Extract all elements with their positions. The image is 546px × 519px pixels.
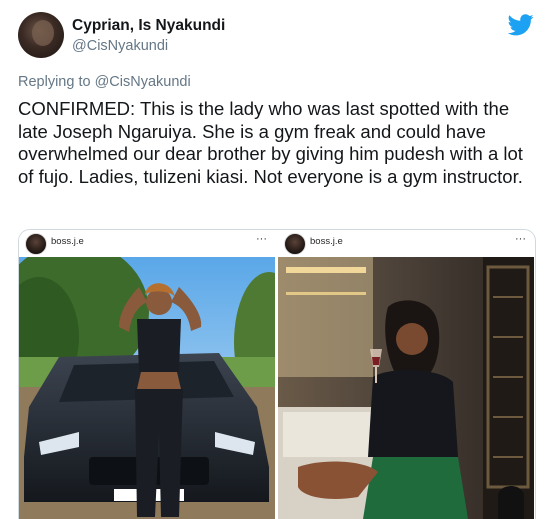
author-avatar[interactable] bbox=[18, 12, 64, 58]
instagram-post-right[interactable]: boss.j.e ··· bbox=[278, 230, 534, 519]
reply-handle-link[interactable]: @CisNyakundi bbox=[95, 74, 191, 90]
replying-to: Replying to @CisNyakundi bbox=[18, 74, 191, 90]
tweet-media[interactable]: boss.j.e ··· boss.j.e ··· bbox=[18, 229, 536, 519]
post-username: boss.j.e bbox=[51, 236, 84, 247]
more-icon: ··· bbox=[256, 233, 267, 245]
reply-prefix: Replying to bbox=[18, 74, 95, 90]
post-header: boss.j.e ··· bbox=[278, 230, 534, 256]
post-avatar bbox=[25, 233, 47, 255]
more-icon: ··· bbox=[515, 233, 526, 245]
tweet-text: CONFIRMED: This is the lady who was last… bbox=[18, 98, 523, 187]
author-name[interactable]: Cyprian, Is Nyakundi bbox=[72, 17, 225, 35]
photo-woman-wine bbox=[278, 257, 534, 519]
tweet-header: Cyprian, Is Nyakundi @CisNyakundi bbox=[18, 10, 536, 60]
post-username: boss.j.e bbox=[310, 236, 343, 247]
author-handle[interactable]: @CisNyakundi bbox=[72, 38, 168, 54]
post-avatar bbox=[284, 233, 306, 255]
instagram-post-left[interactable]: boss.j.e ··· bbox=[19, 230, 275, 519]
twitter-bird-icon[interactable] bbox=[508, 14, 534, 36]
photo-woman-car bbox=[19, 257, 275, 519]
post-header: boss.j.e ··· bbox=[19, 230, 275, 256]
